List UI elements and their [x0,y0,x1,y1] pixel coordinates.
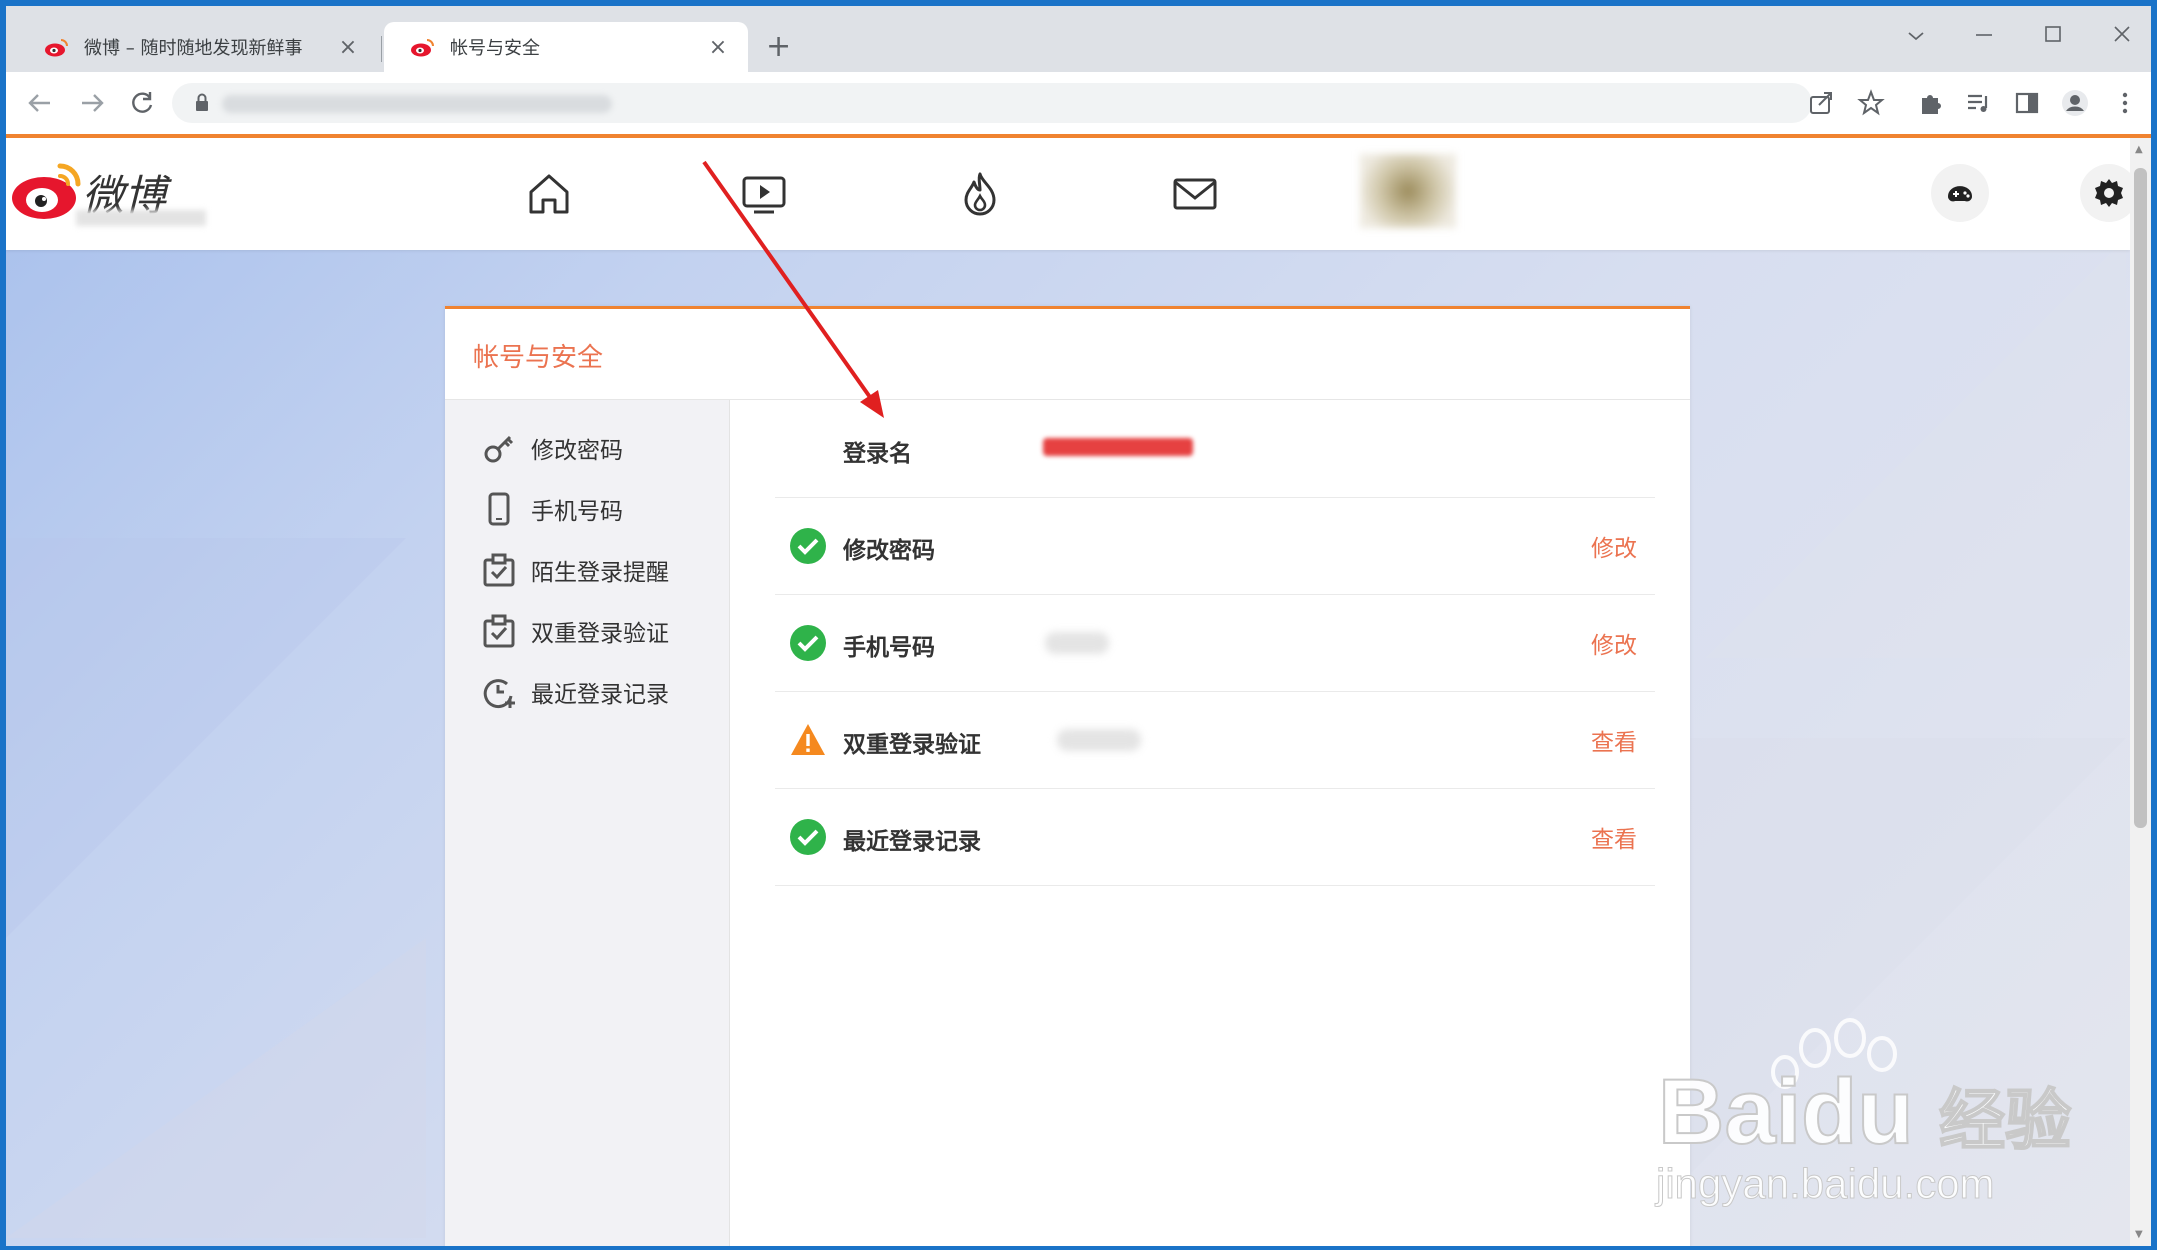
check-circle-icon [790,625,826,661]
check-calendar-icon [483,553,515,587]
row-label: 双重登录验证 [843,732,981,758]
home-icon[interactable] [523,168,575,220]
sidebar-item-label: 手机号码 [531,499,623,525]
reload-icon[interactable] [128,89,156,117]
list-item-recent-logins: 最近登录记录 查看 [775,788,1655,886]
tab-search-icon[interactable] [1906,28,1926,44]
view-two-step-link[interactable]: 查看 [1591,723,1637,757]
login-name-redacted [1043,438,1193,456]
url-redacted [222,95,612,113]
weibo-favicon-icon [45,39,68,57]
page-viewport: 微博 帐号与安全 修改密码 手机号码 陌生登录提醒 双重登录验证 最近登录记录 … [6,138,2130,1246]
browser-toolbar [6,72,2151,134]
game-button[interactable] [1931,164,1989,222]
gear-icon [2095,179,2123,207]
sidebar-item-phone[interactable]: 手机号码 [481,489,623,529]
sidebar-item-unfamiliar-login[interactable]: 陌生登录提醒 [481,550,669,590]
list-item-two-step: 双重登录验证 查看 [775,691,1655,789]
row-label: 修改密码 [843,538,935,564]
forward-icon[interactable] [78,89,106,117]
avatar[interactable] [1360,154,1456,228]
tab-account-security[interactable]: 帐号与安全 × [384,22,748,72]
share-icon[interactable] [1806,88,1836,118]
list-item-change-password: 修改密码 修改 [775,497,1655,595]
logo-subtitle-redacted [76,210,206,226]
tab-weibo-home[interactable]: 微博 – 随时随地发现新鲜事 × [18,22,378,72]
sidebar-item-label: 陌生登录提醒 [531,560,669,586]
tab-title: 微博 – 随时随地发现新鲜事 [84,38,303,59]
scrollbar[interactable]: ▲ ▼ [2130,138,2151,1246]
warning-icon [791,724,825,755]
sidebar-item-label: 修改密码 [531,438,623,464]
browser-window: 微博 – 随时随地发现新鲜事 × 帐号与安全 × + 微博 帐号与安全 修改密码… [6,6,2151,1246]
profile-icon[interactable] [2060,88,2090,118]
check-circle-icon [790,528,826,564]
mail-icon[interactable] [1169,168,1221,220]
tab-strip: 微博 – 随时随地发现新鲜事 × 帐号与安全 × + [6,6,2151,72]
scroll-thumb[interactable] [2134,168,2147,828]
row-label: 最近登录记录 [843,829,981,855]
bg-shape [1706,238,2126,658]
modify-password-link[interactable]: 修改 [1591,529,1637,563]
settings-button[interactable] [2080,164,2130,222]
gamepad-icon [1947,186,1973,202]
back-icon[interactable] [26,89,54,117]
close-window-icon[interactable] [2112,24,2132,44]
page-title: 帐号与安全 [473,343,604,373]
modify-phone-link[interactable]: 修改 [1591,626,1637,660]
close-tab-icon[interactable]: × [334,35,362,60]
sidebar-item-two-step[interactable]: 双重登录验证 [481,611,669,651]
row-label: 手机号码 [843,635,935,661]
list-item-phone: 手机号码 修改 [775,594,1655,692]
extensions-icon[interactable] [1916,88,1946,118]
sidebar-item-change-password[interactable]: 修改密码 [481,428,623,468]
account-security-card: 帐号与安全 修改密码 手机号码 陌生登录提醒 双重登录验证 最近登录记录 登录名… [445,306,1690,1246]
two-step-status-redacted [1057,729,1141,751]
bg-shape [1686,738,2126,1178]
bg-shape [6,538,406,938]
settings-sidebar: 修改密码 手机号码 陌生登录提醒 双重登录验证 最近登录记录 [445,400,730,1246]
scroll-up-icon[interactable]: ▲ [2135,144,2143,155]
sidebar-item-label: 最近登录记录 [531,682,669,708]
sidebar-item-label: 双重登录验证 [531,621,669,647]
view-recent-logins-link[interactable]: 查看 [1591,820,1637,854]
lock-icon [196,93,208,111]
maximize-icon[interactable] [2043,24,2063,44]
key-icon [484,435,514,463]
hot-icon[interactable] [954,168,1006,220]
row-label: 登录名 [843,441,912,467]
clock-plus-icon [483,679,515,709]
close-tab-icon[interactable]: × [704,35,732,60]
menu-icon[interactable] [2110,88,2140,118]
tab-separator [381,36,382,62]
tab-title: 帐号与安全 [450,38,540,59]
bookmark-star-icon[interactable] [1856,88,1886,118]
media-control-icon[interactable] [1964,88,1994,118]
weibo-favicon-icon [411,39,434,57]
bg-shape [6,938,426,1238]
phone-number-redacted [1045,632,1109,654]
new-tab-button[interactable]: + [766,32,791,62]
side-panel-icon[interactable] [2012,88,2042,118]
scroll-down-icon[interactable]: ▼ [2135,1229,2143,1240]
minimize-icon[interactable] [1974,30,1994,40]
video-icon[interactable] [738,168,790,220]
phone-icon [488,492,510,526]
weibo-header: 微博 [6,138,2130,250]
check-calendar-icon [483,614,515,648]
list-item-login-name: 登录名 [775,400,1655,498]
check-circle-icon [790,819,826,855]
sidebar-item-recent-logins[interactable]: 最近登录记录 [481,672,669,712]
address-bar[interactable] [172,83,1812,123]
